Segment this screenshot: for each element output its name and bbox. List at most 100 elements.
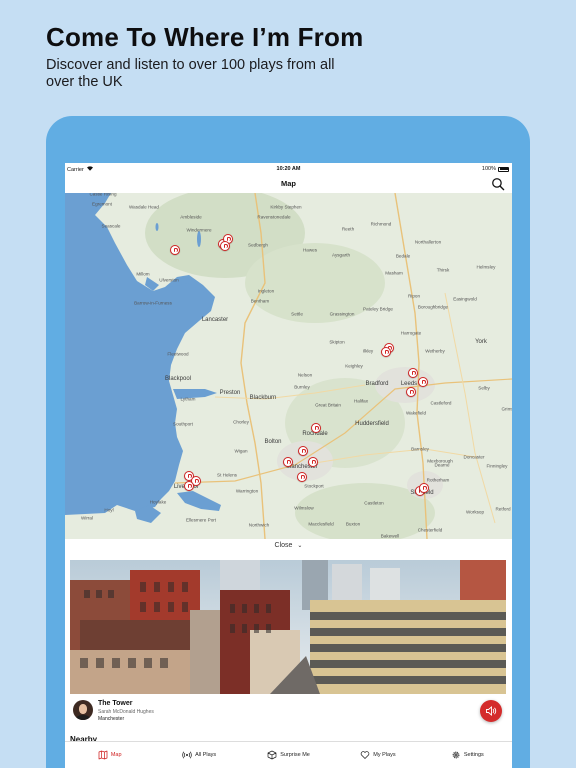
map-place-label: Wigan [234,448,248,454]
map-place-label: Reeth [341,226,355,232]
tab-map[interactable]: Map [65,742,154,768]
gear-icon [452,751,460,759]
play-pin-icon[interactable] [418,377,428,387]
play-pin-icon[interactable] [298,446,308,456]
map-place-label: Lancaster [201,317,229,323]
map-place-label: Bedale [395,253,411,259]
map-place-label: Ulverston [159,277,179,283]
tab-settings[interactable]: Settings [423,742,512,768]
play-pin-icon[interactable] [308,457,318,467]
heart-icon [361,751,370,759]
tab-label: Settings [463,752,484,758]
map-place-label: Preston [219,390,241,396]
map-place-label: Bentham [250,298,270,304]
map-place-label: Sedbergh [248,242,268,248]
play-pin-icon[interactable] [297,472,307,482]
battery-percent: 100% [481,166,496,172]
map-place-label: Northwich [248,522,270,528]
map-place-label: Grimsby [501,406,512,412]
play-pin-icon[interactable] [406,387,416,397]
map-place-label: Settle [291,311,303,317]
map-place-label: Hoyl [104,507,114,513]
map-place-label: Castle Rising [89,193,117,197]
tab-surprise-me[interactable]: Surprise Me [244,742,333,768]
search-icon[interactable] [491,177,505,191]
map-place-label: Wetherby [425,348,445,354]
close-map-button[interactable]: Close ⌄ [65,539,512,555]
map-place-label: Millom [136,271,150,277]
box-icon [267,750,277,760]
map-place-label: Grassington [329,311,355,317]
map-place-label: Buxton [345,521,361,527]
tab-label: Surprise Me [280,752,310,758]
map-place-label: Seascale [101,223,121,229]
map-place-label: Boroughbridge [417,304,449,310]
map-place-label: Dearne [434,462,450,468]
speaker-icon [486,706,497,716]
play-pin-icon[interactable] [311,423,321,433]
map-place-label: St Helens [217,472,237,478]
map-place-label: Ingleton [257,288,275,294]
map-place-label: Leeds [400,381,418,387]
map-place-label: Easingwold [453,296,477,302]
status-bar: Carrier 10:20 AM 100% [65,163,512,175]
map-place-label: Blackpool [164,376,192,382]
map-place-label: Ripon [407,293,421,299]
map-place-label: Stockport [304,483,324,489]
map-place-label: York [475,339,487,345]
map-place-label: Masham [385,270,403,276]
play-author: Sarah McDonald Hughes [98,709,154,715]
map-place-label: Doncaster [463,454,485,460]
nav-bar: Map [65,175,512,193]
map-place-label: Ellesmere Port [185,517,217,523]
map-place-label: Chorley [233,419,249,425]
play-pin-icon[interactable] [220,241,230,251]
map-place-label: Hawes [302,247,318,253]
tab-label: My Plays [373,752,396,758]
map-place-label: Macclesfield [308,521,334,527]
status-battery: 100% [482,166,509,172]
map-place-label: Richmond [370,221,392,227]
map-place-label: Wirral [81,515,93,521]
play-pin-icon[interactable] [170,245,180,255]
page-title: Map [281,179,296,188]
author-avatar [73,700,93,720]
now-playing-card[interactable]: The Tower Sarah McDonald Hughes Manchest… [65,696,512,734]
map-place-label: Ilkley [362,348,374,354]
close-label: Close [274,542,293,549]
tab-label: Map [110,752,122,758]
map-place-label: Castleford [430,400,452,406]
map-place-label: Rotherham [426,477,450,483]
play-pin-icon[interactable] [283,457,293,467]
map-place-label: Wilmslow [294,505,314,511]
play-pin-icon[interactable] [419,483,429,493]
play-pin-icon[interactable] [381,347,391,357]
map-place-label: Barnsley [411,446,429,452]
audio-play-button[interactable] [480,700,502,722]
map-place-label: Kirkby Stephen [270,204,302,210]
map-place-label: Worksop [465,509,485,515]
play-pin-icon[interactable] [184,481,194,491]
tab-all-plays[interactable]: All Plays [154,742,243,768]
status-time: 10:20 AM [276,166,301,172]
map-place-label: Bradford [365,381,389,387]
map-place-label: Ambleside [180,214,202,220]
tab-my-plays[interactable]: My Plays [333,742,422,768]
broadcast-icon [182,751,192,759]
map-place-label: Southport [173,421,193,427]
play-location: Manchester [98,716,125,722]
map-place-label: Huddersfield [355,421,389,427]
map-place-label: Keighley [345,363,363,369]
play-title: The Tower [98,700,133,707]
map-place-label: Chesterfield [417,527,443,533]
map-place-label: Egremont [92,201,112,207]
map-view[interactable]: Egremont Wasdale Head Seascale Ambleside Win… [65,193,512,539]
chevron-down-icon: ⌄ [297,543,303,549]
tab-label: All Plays [195,752,217,758]
map-place-label: Harrogate [400,330,422,336]
map-place-label: Ravenstonedale [257,214,291,220]
play-pin-icon[interactable] [408,368,418,378]
map-terrain [65,193,512,539]
promo-subline: Discover and listen to over 100 plays fr… [46,57,335,90]
app-screen: Carrier 10:20 AM 100% Map Egremont Wasda… [65,163,512,768]
